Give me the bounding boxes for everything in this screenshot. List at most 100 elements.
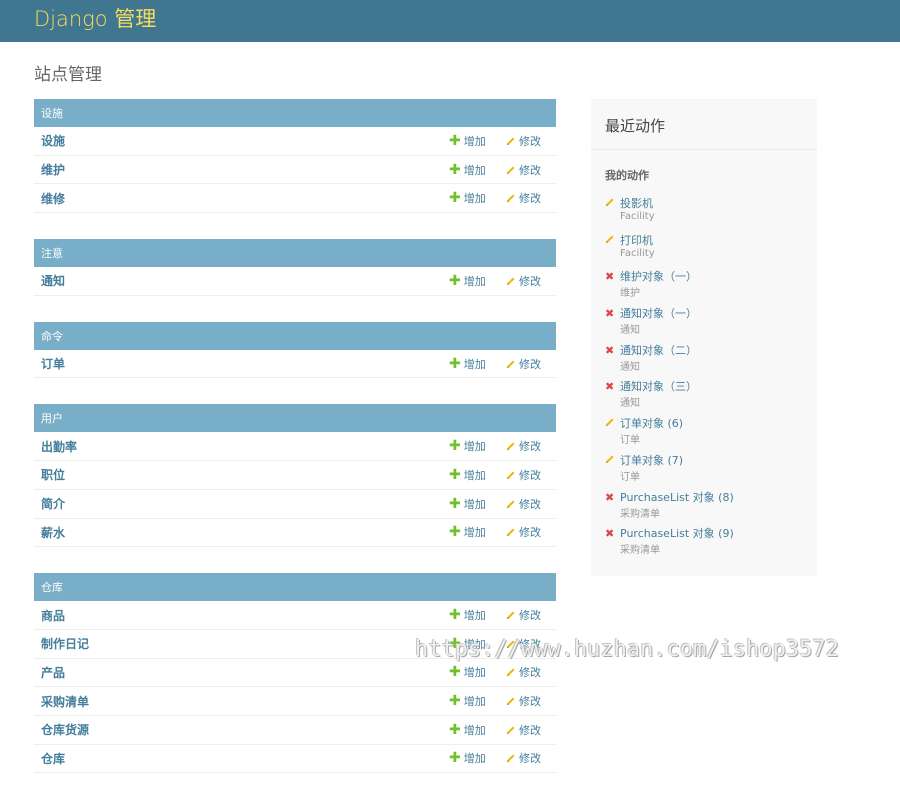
add-link[interactable]: ✚ 增加 xyxy=(449,438,486,454)
model-link[interactable]: 仓库 xyxy=(34,750,65,767)
model-link[interactable]: 采购清单 xyxy=(34,693,89,710)
add-link[interactable]: ✚ 增加 xyxy=(449,664,486,680)
recent-action-type: 维护 xyxy=(620,288,640,300)
model-link[interactable]: 制作日记 xyxy=(34,635,89,652)
add-icon: ✚ xyxy=(449,355,461,372)
model-row: 设施 ✚ 增加 修改 xyxy=(34,127,556,156)
add-label: 增加 xyxy=(463,609,486,623)
add-label: 增加 xyxy=(463,695,486,709)
recent-action-link[interactable]: 打印机 xyxy=(620,228,803,248)
delete-icon: ✖ xyxy=(605,307,615,321)
recent-action-link[interactable]: 维护对象（一） xyxy=(620,264,803,284)
model-row: 维护 ✚ 增加 修改 xyxy=(34,156,556,185)
add-label: 增加 xyxy=(463,274,486,288)
change-link[interactable]: 修改 xyxy=(506,607,541,623)
change-link[interactable]: 修改 xyxy=(506,133,541,149)
recent-action-link[interactable]: 订单对象 (7) xyxy=(620,448,803,468)
change-label: 修改 xyxy=(519,134,541,148)
model-link[interactable]: 职位 xyxy=(34,466,65,483)
site-branding[interactable]: Django 管理 xyxy=(34,3,156,33)
add-link[interactable]: ✚ 增加 xyxy=(449,496,486,512)
pencil-icon xyxy=(506,667,516,677)
model-link[interactable]: 维护 xyxy=(34,161,65,178)
model-link[interactable]: 仓库货源 xyxy=(34,721,89,738)
recent-action-type: 通知 xyxy=(620,398,640,410)
pencil-icon xyxy=(506,470,516,480)
model-link[interactable]: 薪水 xyxy=(34,524,65,541)
recent-action-type: Facility xyxy=(620,211,655,222)
model-link[interactable]: 商品 xyxy=(34,607,65,624)
change-label: 修改 xyxy=(519,357,541,371)
add-link[interactable]: ✚ 增加 xyxy=(449,524,486,540)
app-caption[interactable]: 仓库 xyxy=(34,573,556,602)
pencil-icon xyxy=(605,417,615,430)
recent-action-item: 投影机 Facility xyxy=(605,191,803,228)
change-link[interactable]: 修改 xyxy=(506,438,541,454)
change-link[interactable]: 修改 xyxy=(506,722,541,738)
change-link[interactable]: 修改 xyxy=(506,496,541,512)
add-link[interactable]: ✚ 增加 xyxy=(449,133,486,149)
add-label: 增加 xyxy=(463,723,486,737)
add-link[interactable]: ✚ 增加 xyxy=(449,722,486,738)
add-link[interactable]: ✚ 增加 xyxy=(449,190,486,206)
pencil-icon xyxy=(506,610,516,620)
recent-action-item: ✖ 维护对象（一） 维护 xyxy=(605,264,803,301)
model-row: 薪水 ✚ 增加 修改 xyxy=(34,519,556,548)
recent-action-link[interactable]: 投影机 xyxy=(620,191,803,211)
add-link[interactable]: ✚ 增加 xyxy=(449,273,486,289)
model-link[interactable]: 简介 xyxy=(34,495,65,512)
delete-icon: ✖ xyxy=(605,527,615,541)
change-link[interactable]: 修改 xyxy=(506,693,541,709)
add-link[interactable]: ✚ 增加 xyxy=(449,693,486,709)
recent-action-item: ✖ 通知对象（二） 通知 xyxy=(605,338,803,375)
add-link[interactable]: ✚ 增加 xyxy=(449,356,486,372)
model-link[interactable]: 设施 xyxy=(34,132,65,149)
delete-icon: ✖ xyxy=(605,270,615,284)
change-link[interactable]: 修改 xyxy=(506,750,541,766)
add-link[interactable]: ✚ 增加 xyxy=(449,750,486,766)
recent-action-type: 通知 xyxy=(620,325,640,337)
recent-action-link[interactable]: 订单对象 (6) xyxy=(620,411,803,431)
change-link[interactable]: 修改 xyxy=(506,467,541,483)
pencil-icon xyxy=(506,696,516,706)
recent-action-item: 订单对象 (6) 订单 xyxy=(605,411,803,448)
add-label: 增加 xyxy=(463,468,486,482)
model-link[interactable]: 产品 xyxy=(34,664,65,681)
add-link[interactable]: ✚ 增加 xyxy=(449,467,486,483)
model-link[interactable]: 维修 xyxy=(34,190,65,207)
pencil-icon xyxy=(506,193,516,203)
change-link[interactable]: 修改 xyxy=(506,273,541,289)
app-caption[interactable]: 注意 xyxy=(34,239,556,268)
add-label: 增加 xyxy=(463,752,486,766)
change-link[interactable]: 修改 xyxy=(506,524,541,540)
add-label: 增加 xyxy=(463,526,486,540)
change-label: 修改 xyxy=(519,192,541,206)
change-link[interactable]: 修改 xyxy=(506,664,541,680)
change-label: 修改 xyxy=(519,497,541,511)
recent-action-item: 打印机 Facility xyxy=(605,228,803,265)
app-caption[interactable]: 设施 xyxy=(34,99,556,127)
change-link[interactable]: 修改 xyxy=(506,162,541,178)
recent-action-type: 采购清单 xyxy=(620,508,660,520)
recent-action-link[interactable]: PurchaseList 对象 (9) xyxy=(620,521,803,541)
add-link[interactable]: ✚ 增加 xyxy=(449,607,486,623)
app-list: 设施 设施 ✚ 增加 修改 维护 ✚ 增加 修改 维修 ✚ 增加 修改 注意 通知 ✚ 增加 修改 命令 订单 ✚ 增加修… xyxy=(34,99,556,799)
add-icon: ✚ xyxy=(449,750,461,767)
pencil-icon xyxy=(506,136,516,146)
recent-action-link[interactable]: PurchaseList 对象 (8) xyxy=(620,485,803,505)
app-caption[interactable]: 命令 xyxy=(34,321,556,350)
add-icon: ✚ xyxy=(449,161,461,178)
model-link[interactable]: 出勤率 xyxy=(34,438,77,455)
delete-icon: ✖ xyxy=(605,343,615,357)
recent-action-link[interactable]: 通知对象（三） xyxy=(620,374,803,394)
app-module: 设施 设施 ✚ 增加 修改 维护 ✚ 增加 修改 维修 ✚ 增加 修改 xyxy=(34,99,556,214)
model-link[interactable]: 通知 xyxy=(34,272,65,289)
recent-action-link[interactable]: 通知对象（二） xyxy=(620,338,803,358)
change-link[interactable]: 修改 xyxy=(506,190,541,206)
model-link[interactable]: 订单 xyxy=(34,355,65,372)
add-link[interactable]: ✚ 增加 xyxy=(449,162,486,178)
app-caption[interactable]: 用户 xyxy=(34,404,556,433)
add-icon: ✚ xyxy=(449,607,461,624)
recent-action-link[interactable]: 通知对象（一） xyxy=(620,301,803,321)
change-link[interactable]: 修改 xyxy=(506,356,541,372)
